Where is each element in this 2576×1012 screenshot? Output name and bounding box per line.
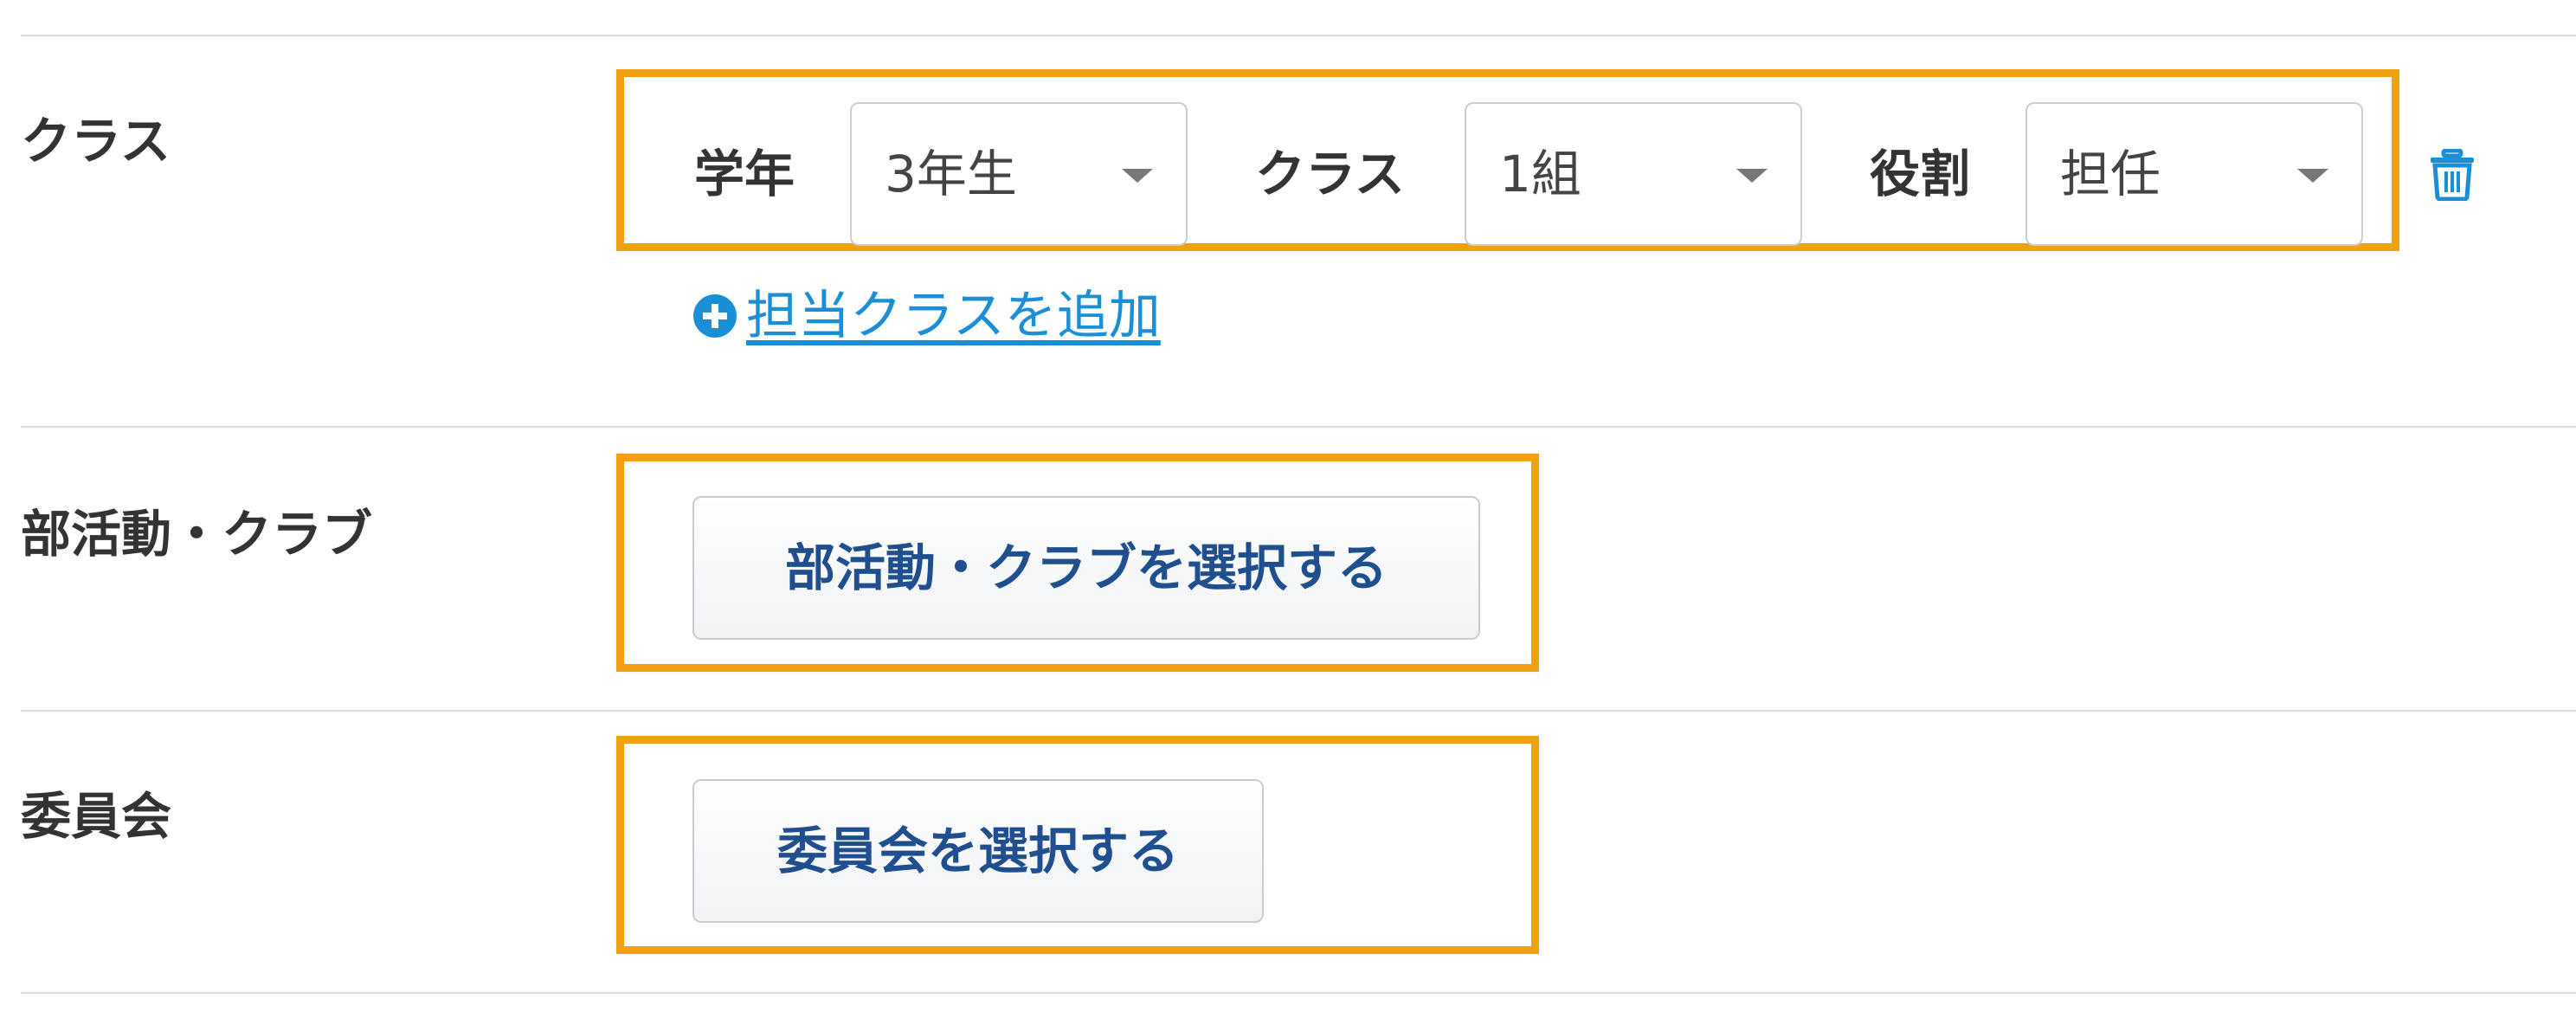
class-row-label: クラス (21, 112, 171, 171)
chevron-down-icon (1736, 169, 1768, 183)
select-committee-button-label: 委員会を選択する (776, 822, 1179, 880)
add-class-link[interactable]: 担当クラスを追加 (692, 286, 1161, 346)
role-select[interactable]: 担任 (2025, 102, 2363, 246)
chevron-down-icon (2297, 169, 2328, 183)
committee-row-label: 委員会 (21, 787, 172, 846)
add-class-link-text: 担当クラスを追加 (746, 286, 1161, 346)
club-row-label: 部活動・クラブ (21, 505, 373, 564)
divider-top (21, 35, 2576, 36)
grade-select[interactable]: 3年生 (850, 102, 1188, 246)
select-club-button[interactable]: 部活動・クラブを選択する (692, 496, 1480, 640)
select-committee-button[interactable]: 委員会を選択する (692, 779, 1264, 923)
class-label: クラス (1255, 145, 1405, 203)
divider-bottom (21, 992, 2576, 994)
plus-circle-icon (693, 294, 737, 338)
divider-club-committee (21, 710, 2576, 712)
trash-icon[interactable] (2429, 149, 2476, 201)
role-select-value: 担任 (2060, 145, 2161, 203)
teacher-assignment-form: クラス 学年 3年生 クラス 1組 役割 担任 担当クラスを追加 部活動・クラブ (0, 0, 2576, 1012)
divider-class-club (21, 426, 2576, 428)
class-select[interactable]: 1組 (1465, 102, 1802, 246)
grade-select-value: 3年生 (885, 145, 1017, 203)
class-select-value: 1組 (1499, 145, 1581, 203)
chevron-down-icon (1122, 169, 1153, 183)
select-club-button-label: 部活動・クラブを選択する (784, 538, 1388, 597)
role-label: 役割 (1870, 145, 1971, 203)
grade-label: 学年 (694, 145, 795, 203)
